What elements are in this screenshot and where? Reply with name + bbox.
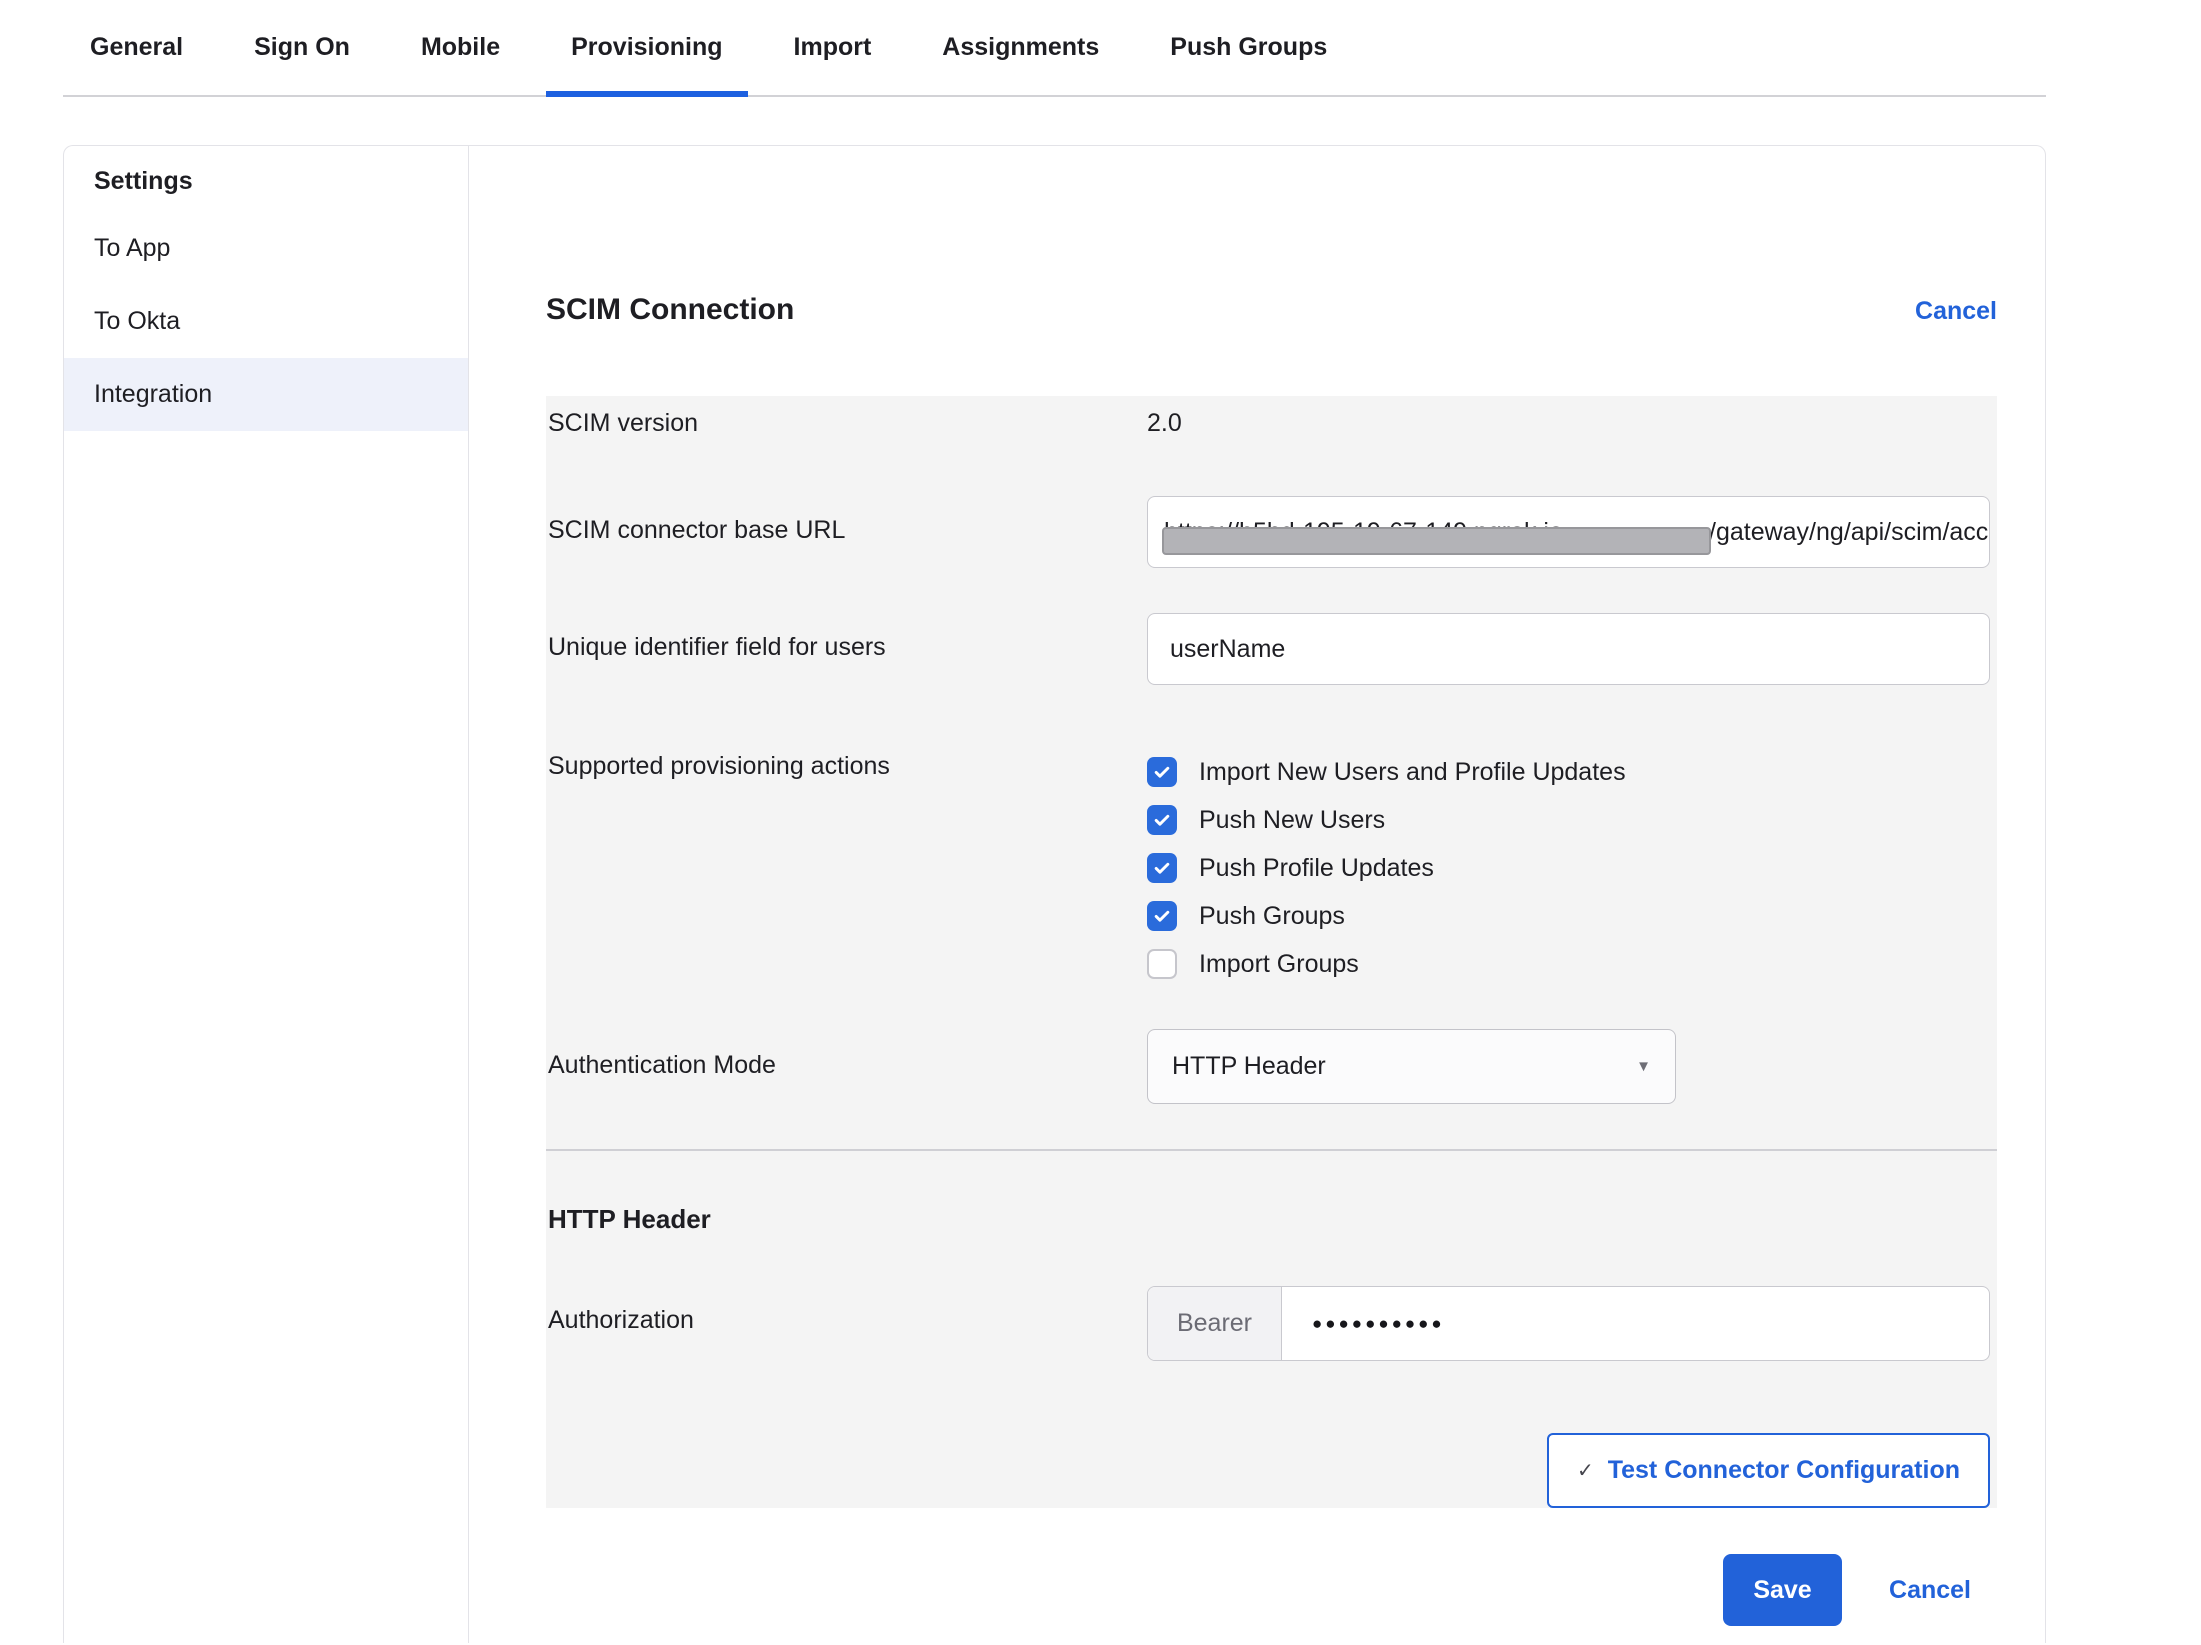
cancel-link-bottom[interactable]: Cancel	[1889, 1576, 1971, 1605]
form-row-authorization: Authorization Bearer ●●●●●●●●●●	[548, 1286, 1990, 1361]
test-connector-label: Test Connector Configuration	[1608, 1456, 1960, 1485]
checkbox-label: Push New Users	[1199, 806, 1385, 835]
app-tab-bar: General Sign On Mobile Provisioning Impo…	[63, 0, 2046, 97]
checkbox-push-new-users[interactable]	[1147, 805, 1177, 835]
tab-push-groups[interactable]: Push Groups	[1170, 0, 1327, 95]
sidebar-heading: Settings	[64, 167, 468, 197]
form-footer: Save Cancel	[546, 1554, 1997, 1626]
bearer-prefix: Bearer	[1148, 1287, 1282, 1360]
http-header-section-heading: HTTP Header	[548, 1204, 1990, 1236]
form-row-scim-version: SCIM version 2.0	[548, 396, 1990, 439]
sidebar-list: To App To Okta Integration	[64, 212, 468, 431]
redaction-bar	[1162, 527, 1711, 555]
option-import-groups: Import Groups	[1147, 940, 1990, 988]
form-row-provisioning-actions: Supported provisioning actions Import Ne…	[548, 748, 1990, 988]
auth-mode-label: Authentication Mode	[548, 1029, 1147, 1104]
test-connector-button[interactable]: ✓ Test Connector Configuration	[1547, 1433, 1990, 1508]
unique-id-label: Unique identifier field for users	[548, 613, 1147, 685]
auth-mode-select[interactable]: HTTP Header ▼	[1147, 1029, 1676, 1104]
scim-connection-panel: SCIM Connection Cancel SCIM version 2.0 …	[469, 146, 2045, 1643]
tab-mobile[interactable]: Mobile	[421, 0, 500, 95]
provisioning-actions-label: Supported provisioning actions	[548, 748, 1147, 988]
checkbox-label: Push Profile Updates	[1199, 854, 1434, 883]
scim-version-value: 2.0	[1147, 409, 1990, 439]
check-icon	[1152, 810, 1172, 830]
unique-id-input[interactable]: userName	[1147, 613, 1990, 685]
checkbox-import-groups[interactable]	[1147, 949, 1177, 979]
chevron-down-icon: ▼	[1636, 1058, 1651, 1075]
tab-general[interactable]: General	[90, 0, 183, 95]
sidebar-item-to-okta[interactable]: To Okta	[64, 285, 468, 358]
form-row-base-url: SCIM connector base URL https://h5bd-195…	[548, 496, 1990, 568]
authorization-token-input[interactable]: ●●●●●●●●●●	[1282, 1287, 1989, 1360]
auth-mode-value: HTTP Header	[1172, 1052, 1326, 1081]
base-url-label: SCIM connector base URL	[548, 496, 1147, 568]
provisioning-card: Settings To App To Okta Integration SCIM…	[63, 145, 2046, 1643]
scim-form: SCIM version 2.0 SCIM connector base URL…	[546, 396, 1997, 1508]
page-title: SCIM Connection	[546, 293, 794, 327]
option-push-groups: Push Groups	[1147, 892, 1990, 940]
check-icon	[1152, 762, 1172, 782]
cancel-link-top[interactable]: Cancel	[1915, 297, 1997, 326]
option-push-profile-updates: Push Profile Updates	[1147, 844, 1990, 892]
settings-sidebar: Settings To App To Okta Integration	[64, 146, 469, 1643]
tab-provisioning[interactable]: Provisioning	[571, 0, 722, 95]
checkbox-label: Push Groups	[1199, 902, 1345, 931]
base-url-visible-text: /gateway/ng/api/scim/acc	[1709, 518, 1988, 547]
authorization-input-group: Bearer ●●●●●●●●●●	[1147, 1286, 1990, 1361]
checkbox-push-profile-updates[interactable]	[1147, 853, 1177, 883]
unique-id-value: userName	[1170, 635, 1285, 664]
option-import-new-users: Import New Users and Profile Updates	[1147, 748, 1990, 796]
checkbox-import-new-users[interactable]	[1147, 757, 1177, 787]
test-connector-row: ✓ Test Connector Configuration	[548, 1433, 1990, 1508]
authorization-label: Authorization	[548, 1286, 1147, 1361]
checkbox-label: Import Groups	[1199, 950, 1359, 979]
save-button[interactable]: Save	[1723, 1554, 1842, 1626]
tab-import[interactable]: Import	[794, 0, 872, 95]
checkbox-label: Import New Users and Profile Updates	[1199, 758, 1626, 787]
check-icon	[1152, 906, 1172, 926]
tab-assignments[interactable]: Assignments	[942, 0, 1099, 95]
sidebar-item-to-app[interactable]: To App	[64, 212, 468, 285]
check-icon: ✓	[1577, 1458, 1594, 1483]
check-icon	[1152, 858, 1172, 878]
panel-header: SCIM Connection Cancel	[546, 293, 1997, 329]
section-divider	[546, 1149, 1997, 1151]
form-row-unique-id: Unique identifier field for users userNa…	[548, 613, 1990, 685]
form-row-auth-mode: Authentication Mode HTTP Header ▼	[548, 1029, 1990, 1104]
tab-sign-on[interactable]: Sign On	[254, 0, 350, 95]
checkbox-push-groups[interactable]	[1147, 901, 1177, 931]
scim-version-label: SCIM version	[548, 409, 1147, 439]
option-push-new-users: Push New Users	[1147, 796, 1990, 844]
sidebar-item-integration[interactable]: Integration	[64, 358, 468, 431]
base-url-input[interactable]: https://h5bd-195-19-67-149.ngrok.io/gate…	[1147, 496, 1990, 568]
